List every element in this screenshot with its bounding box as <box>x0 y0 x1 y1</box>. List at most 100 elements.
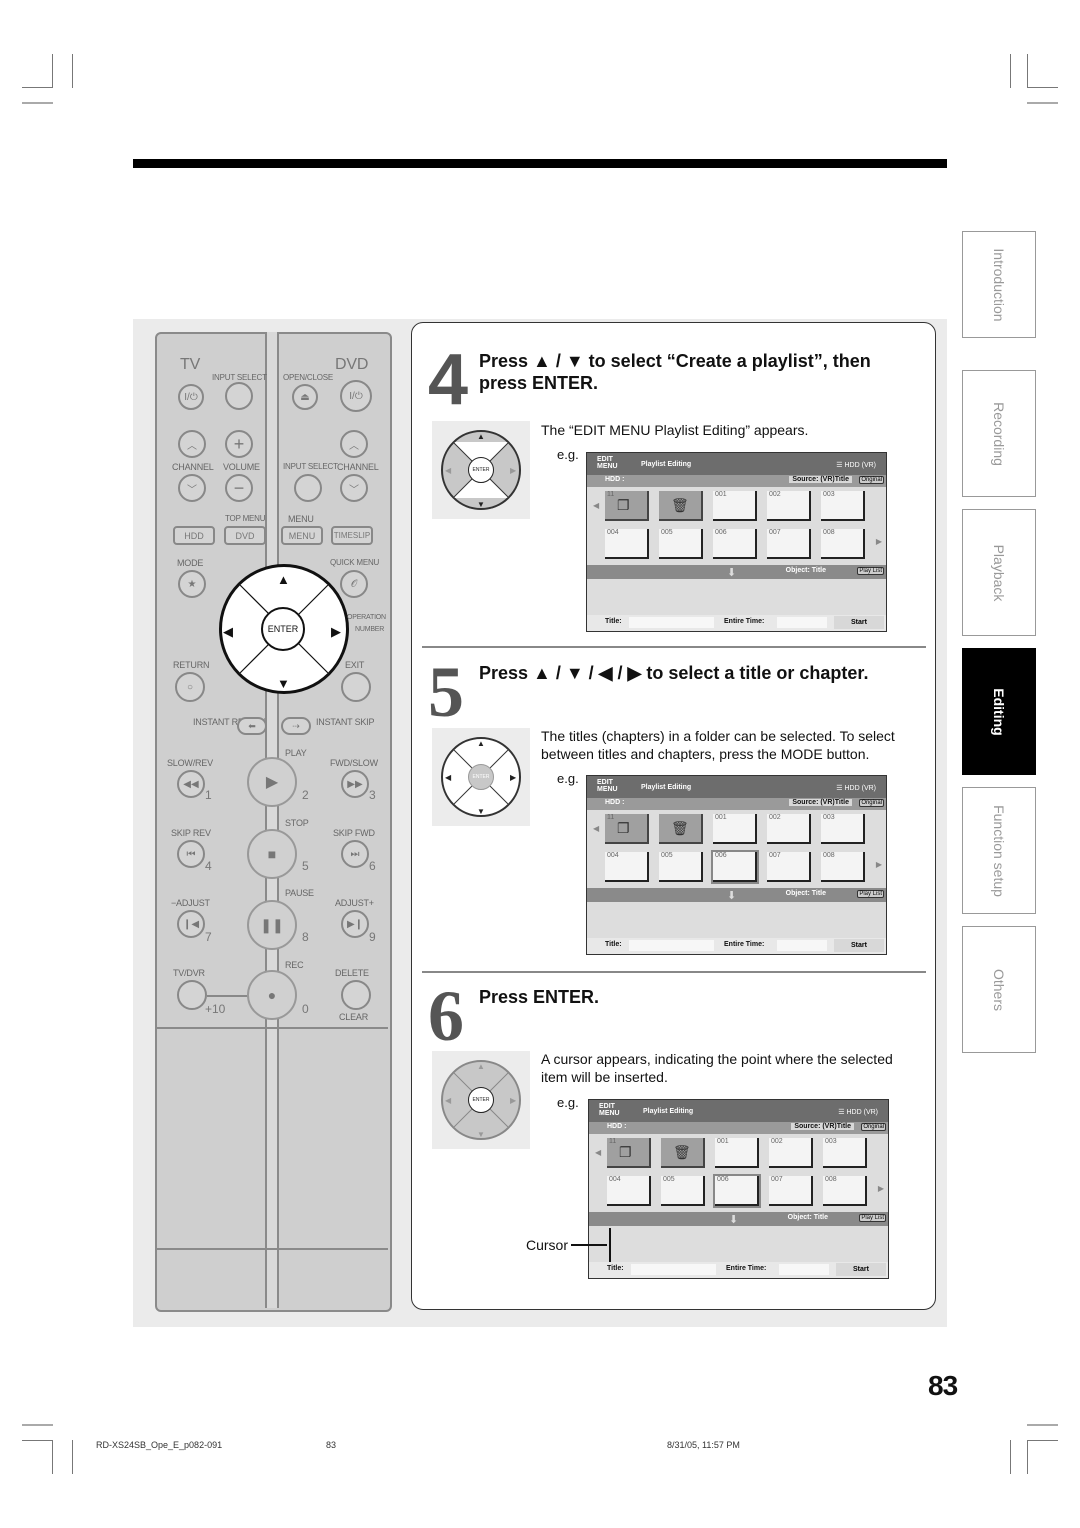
original-button[interactable]: Original <box>861 1123 886 1131</box>
title-thumbnail[interactable]: 008 <box>823 1176 867 1206</box>
input-select-button[interactable] <box>225 382 253 410</box>
original-button[interactable]: Original <box>859 476 884 484</box>
title-thumbnail[interactable]: 004 <box>605 529 649 559</box>
title-field[interactable] <box>629 617 714 628</box>
volume-down-button[interactable]: − <box>225 474 253 502</box>
adjust-minus-button[interactable]: ❙◀ <box>177 910 205 938</box>
title-thumbnail[interactable]: 001 <box>713 491 757 521</box>
title-thumbnail[interactable]: 007 <box>767 852 811 882</box>
channel-up-button[interactable]: ︿ <box>178 430 206 458</box>
play-list-button[interactable]: Play List <box>859 1214 886 1222</box>
title-thumbnail[interactable]: 006 <box>713 1174 761 1208</box>
title-thumbnail[interactable]: 002 <box>769 1138 813 1168</box>
right-arrow-icon[interactable]: ▶ <box>331 624 341 640</box>
tab-introduction[interactable]: Introduction <box>962 231 1036 338</box>
return-button[interactable]: ○ <box>175 672 205 702</box>
title-thumbnail[interactable]: 001 <box>715 1138 759 1168</box>
play-list-button[interactable]: Play List <box>857 890 884 898</box>
trash-thumbnail[interactable]: 🗑 <box>659 491 703 521</box>
title-thumbnail[interactable]: 006 <box>713 529 757 559</box>
dvd-channel-down-button[interactable]: ﹀ <box>340 474 368 502</box>
nav-left-icon[interactable]: ◀ <box>595 1148 601 1157</box>
nav-right-icon[interactable]: ▶ <box>876 537 882 546</box>
folder-thumbnail[interactable]: 11 ❐ <box>605 814 649 844</box>
entire-time-field[interactable] <box>777 940 827 951</box>
title-thumbnail[interactable]: 002 <box>767 491 811 521</box>
play-list-button[interactable]: Play List <box>857 567 884 575</box>
trash-thumbnail[interactable]: 🗑 <box>659 814 703 844</box>
tab-editing[interactable]: Editing <box>962 648 1036 775</box>
title-thumbnail[interactable]: 007 <box>769 1176 813 1206</box>
folder-thumbnail[interactable]: 11 ❐ <box>605 491 649 521</box>
channel-down-button[interactable]: ﹀ <box>178 474 206 502</box>
menu-button[interactable]: MENU <box>281 526 323 545</box>
title-thumbnail[interactable]: 006 <box>711 850 759 884</box>
stop-button[interactable]: ■ <box>247 829 297 879</box>
slow-rev-button[interactable]: ◀◀ <box>177 770 205 798</box>
skip-fwd-button[interactable]: ⏭ <box>341 840 369 868</box>
nav-left-icon[interactable]: ◀ <box>593 501 599 510</box>
enter-button[interactable]: ENTER <box>261 607 305 651</box>
instant-replay-button[interactable]: ⬅ <box>237 717 267 735</box>
edit-menu-logo: EDIT MENU <box>597 779 618 793</box>
tv-dvr-button[interactable] <box>177 980 207 1010</box>
title-thumbnail[interactable]: 004 <box>607 1176 651 1206</box>
title-thumbnail[interactable]: 003 <box>823 1138 867 1168</box>
hdd-vr-indicator: ☰ HDD (VR) <box>836 462 876 469</box>
mode-button[interactable]: ★ <box>178 570 206 598</box>
tab-function-setup[interactable]: Function setup <box>962 787 1036 914</box>
volume-up-button[interactable]: + <box>225 430 253 458</box>
tab-playback[interactable]: Playback <box>962 509 1036 636</box>
exit-button[interactable] <box>341 672 371 702</box>
nav-right-icon[interactable]: ▶ <box>876 860 882 869</box>
start-button[interactable]: Start <box>834 939 884 952</box>
tab-recording[interactable]: Recording <box>962 370 1036 497</box>
title-thumbnail[interactable]: 008 <box>821 852 865 882</box>
step-description: A cursor appears, indicating the point w… <box>541 1051 893 1085</box>
up-arrow-icon[interactable]: ▲ <box>277 572 290 587</box>
nav-right-icon[interactable]: ▶ <box>878 1184 884 1193</box>
title-thumbnail[interactable]: 001 <box>713 814 757 844</box>
title-thumbnail[interactable]: 003 <box>821 491 865 521</box>
open-close-button[interactable]: ⏏ <box>292 384 318 410</box>
title-thumbnail[interactable]: 007 <box>767 529 811 559</box>
disk-icon: ☰ <box>838 1109 845 1116</box>
pause-button[interactable]: ❚❚ <box>247 900 297 950</box>
down-arrow-icon[interactable]: ▼ <box>277 676 290 691</box>
title-thumbnail[interactable]: 005 <box>661 1176 705 1206</box>
original-button[interactable]: Original <box>859 799 884 807</box>
title-thumbnail[interactable]: 004 <box>605 852 649 882</box>
title-thumbnail[interactable]: 005 <box>659 529 703 559</box>
hdd-button[interactable]: HDD <box>173 526 215 545</box>
dvd-input-select-button[interactable] <box>294 474 322 502</box>
delete-button[interactable] <box>341 980 371 1010</box>
fwd-slow-button[interactable]: ▶▶ <box>341 770 369 798</box>
folder-thumbnail[interactable]: 11 ❐ <box>607 1138 651 1168</box>
entire-time-field[interactable] <box>779 1264 829 1275</box>
play-button[interactable]: ▶ <box>247 757 297 807</box>
dvd-button[interactable]: DVD <box>224 526 266 545</box>
title-thumbnail[interactable]: 008 <box>821 529 865 559</box>
entire-time-field[interactable] <box>777 617 827 628</box>
tab-others[interactable]: Others <box>962 926 1036 1053</box>
nav-left-icon[interactable]: ◀ <box>593 824 599 833</box>
left-arrow-icon[interactable]: ◀ <box>223 624 233 640</box>
timeslip-button[interactable]: TIMESLIP <box>331 526 373 545</box>
start-button[interactable]: Start <box>834 616 884 629</box>
trash-thumbnail[interactable]: 🗑 <box>661 1138 705 1168</box>
title-field[interactable] <box>629 940 714 951</box>
title-thumbnail[interactable]: 003 <box>821 814 865 844</box>
title-thumbnail[interactable]: 002 <box>767 814 811 844</box>
title-field[interactable] <box>631 1264 716 1275</box>
start-button[interactable]: Start <box>836 1263 886 1276</box>
adjust-plus-button[interactable]: ▶❙ <box>341 910 369 938</box>
rec-button[interactable]: ● <box>247 970 297 1020</box>
skip-rev-button[interactable]: ⏮ <box>177 840 205 868</box>
title-thumbnail[interactable]: 005 <box>659 852 703 882</box>
title-label: Title: <box>607 1265 624 1272</box>
dvd-channel-up-button[interactable]: ︿ <box>340 430 368 458</box>
tv-power-button[interactable]: I/⏻ <box>178 384 204 410</box>
dvd-power-button[interactable]: I/⏻ <box>340 380 372 412</box>
instant-skip-button[interactable]: ⇢ <box>281 717 311 735</box>
thumbnail-number: 004 <box>609 1176 621 1183</box>
